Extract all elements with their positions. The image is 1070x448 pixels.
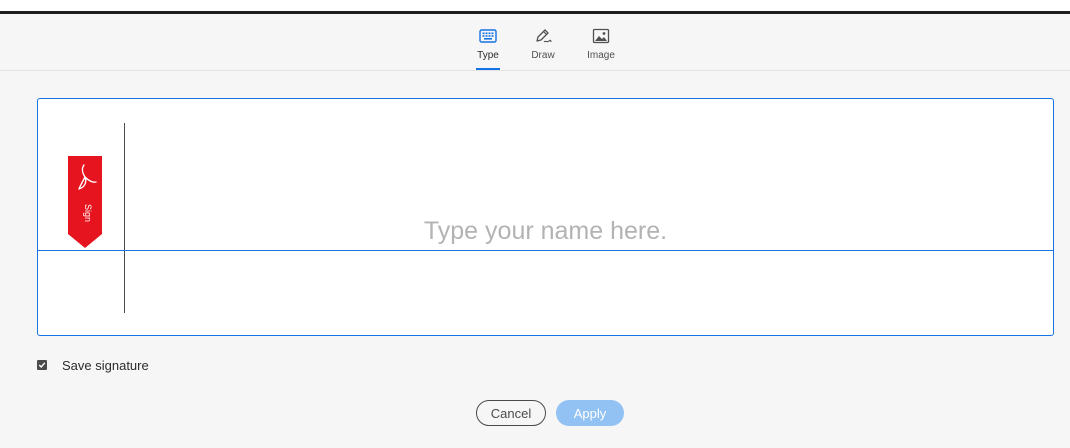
tab-image-label: Image <box>587 50 615 61</box>
save-signature-label: Save signature <box>62 357 149 373</box>
tab-image[interactable]: Image <box>576 26 626 61</box>
save-signature-row[interactable]: Save signature <box>37 356 149 374</box>
pen-icon <box>536 29 552 43</box>
cancel-button[interactable]: Cancel <box>476 400 546 426</box>
apply-button[interactable]: Apply <box>556 400 624 426</box>
check-icon <box>38 362 46 369</box>
signature-input-area[interactable]: Sign Type your name here. <box>37 98 1054 336</box>
tab-type-label: Type <box>477 50 499 61</box>
name-placeholder[interactable]: Type your name here. <box>38 217 1053 246</box>
signature-mode-tabs: Type Draw Image <box>0 14 1070 71</box>
keyboard-icon <box>479 29 497 43</box>
tab-draw[interactable]: Draw <box>518 26 568 61</box>
tab-draw-label: Draw <box>531 50 555 61</box>
active-tab-indicator <box>476 68 500 70</box>
image-icon <box>592 28 610 44</box>
save-signature-checkbox[interactable] <box>37 360 47 370</box>
window-top-bar <box>0 0 1070 14</box>
signature-baseline <box>38 250 1053 251</box>
tab-type[interactable]: Type <box>463 26 513 70</box>
